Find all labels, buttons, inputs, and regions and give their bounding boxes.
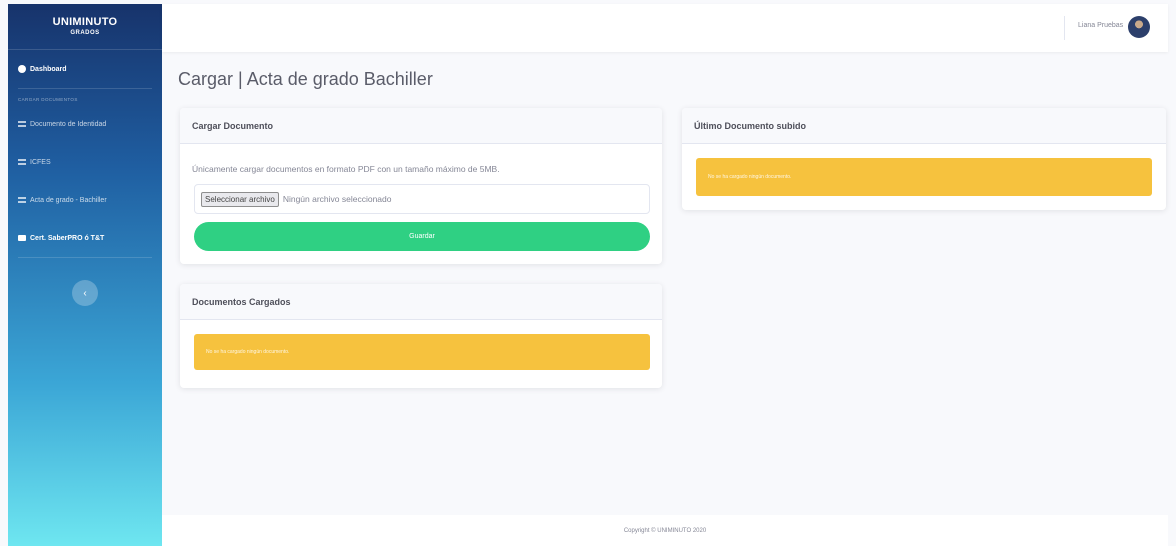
topbar-divider [1064,16,1065,40]
warning-alert: No se ha cargado ningún documento. [194,334,650,370]
folder-icon [18,235,26,241]
sidebar-item-documento-identidad[interactable]: Documento de Identidad [8,105,162,143]
list-icon [18,159,26,165]
file-input[interactable]: Seleccionar archivo Ningún archivo selec… [194,184,650,214]
footer: Copyright © UNIMINUTO 2020 [162,515,1168,546]
upload-instructions: Únicamente cargar documentos en formato … [192,164,500,174]
last-document-card: Último Documento subido No se ha cargado… [682,108,1166,210]
sidebar-divider [18,257,152,258]
list-icon [18,197,26,203]
sidebar-item-label: Documento de Identidad [30,120,107,128]
chevron-left-icon: ‹ [83,287,87,299]
dashboard-icon [18,65,26,73]
topbar: Liana Pruebas [162,4,1168,52]
sidebar: UNIMINUTO GRADOS Dashboard CARGAR DOCUME… [8,4,162,546]
sidebar-toggle-button[interactable]: ‹ [72,280,98,306]
brand-subtitle: GRADOS [70,30,100,36]
sidebar-item-icfes[interactable]: ICFES [8,143,162,181]
sidebar-section-heading: CARGAR DOCUMENTOS [18,97,78,102]
sidebar-item-label: Acta de grado - Bachiller [30,196,107,204]
save-button[interactable]: Guardar [194,222,650,251]
loaded-documents-card: Documentos Cargados No se ha cargado nin… [180,284,662,388]
card-header: Último Documento subido [682,108,1166,144]
sidebar-brand[interactable]: UNIMINUTO GRADOS [8,4,162,50]
sidebar-item-label: Dashboard [30,65,67,73]
list-icon [18,121,26,127]
select-file-button[interactable]: Seleccionar archivo [201,191,279,207]
page-title: Cargar | Acta de grado Bachiller [178,69,433,89]
sidebar-item-label: Cert. SaberPRO ó T&T [30,234,105,242]
sidebar-item-dashboard[interactable]: Dashboard [8,50,162,88]
card-header: Documentos Cargados [180,284,662,320]
upload-card: Cargar Documento Únicamente cargar docum… [180,108,662,264]
file-status: Ningún archivo seleccionado [282,194,392,204]
warning-alert: No se ha cargado ningún documento. [696,158,1152,196]
copyright-text: Copyright © UNIMINUTO 2020 [623,527,707,534]
sidebar-item-label: ICFES [30,158,51,166]
sidebar-item-acta-bachiller[interactable]: Acta de grado - Bachiller [8,181,162,219]
user-name[interactable]: Liana Pruebas [1078,22,1123,29]
card-header: Cargar Documento [180,108,662,144]
sidebar-item-saberpro[interactable]: Cert. SaberPRO ó T&T [8,219,162,257]
avatar[interactable] [1128,16,1150,38]
brand-name: UNIMINUTO [52,16,118,28]
